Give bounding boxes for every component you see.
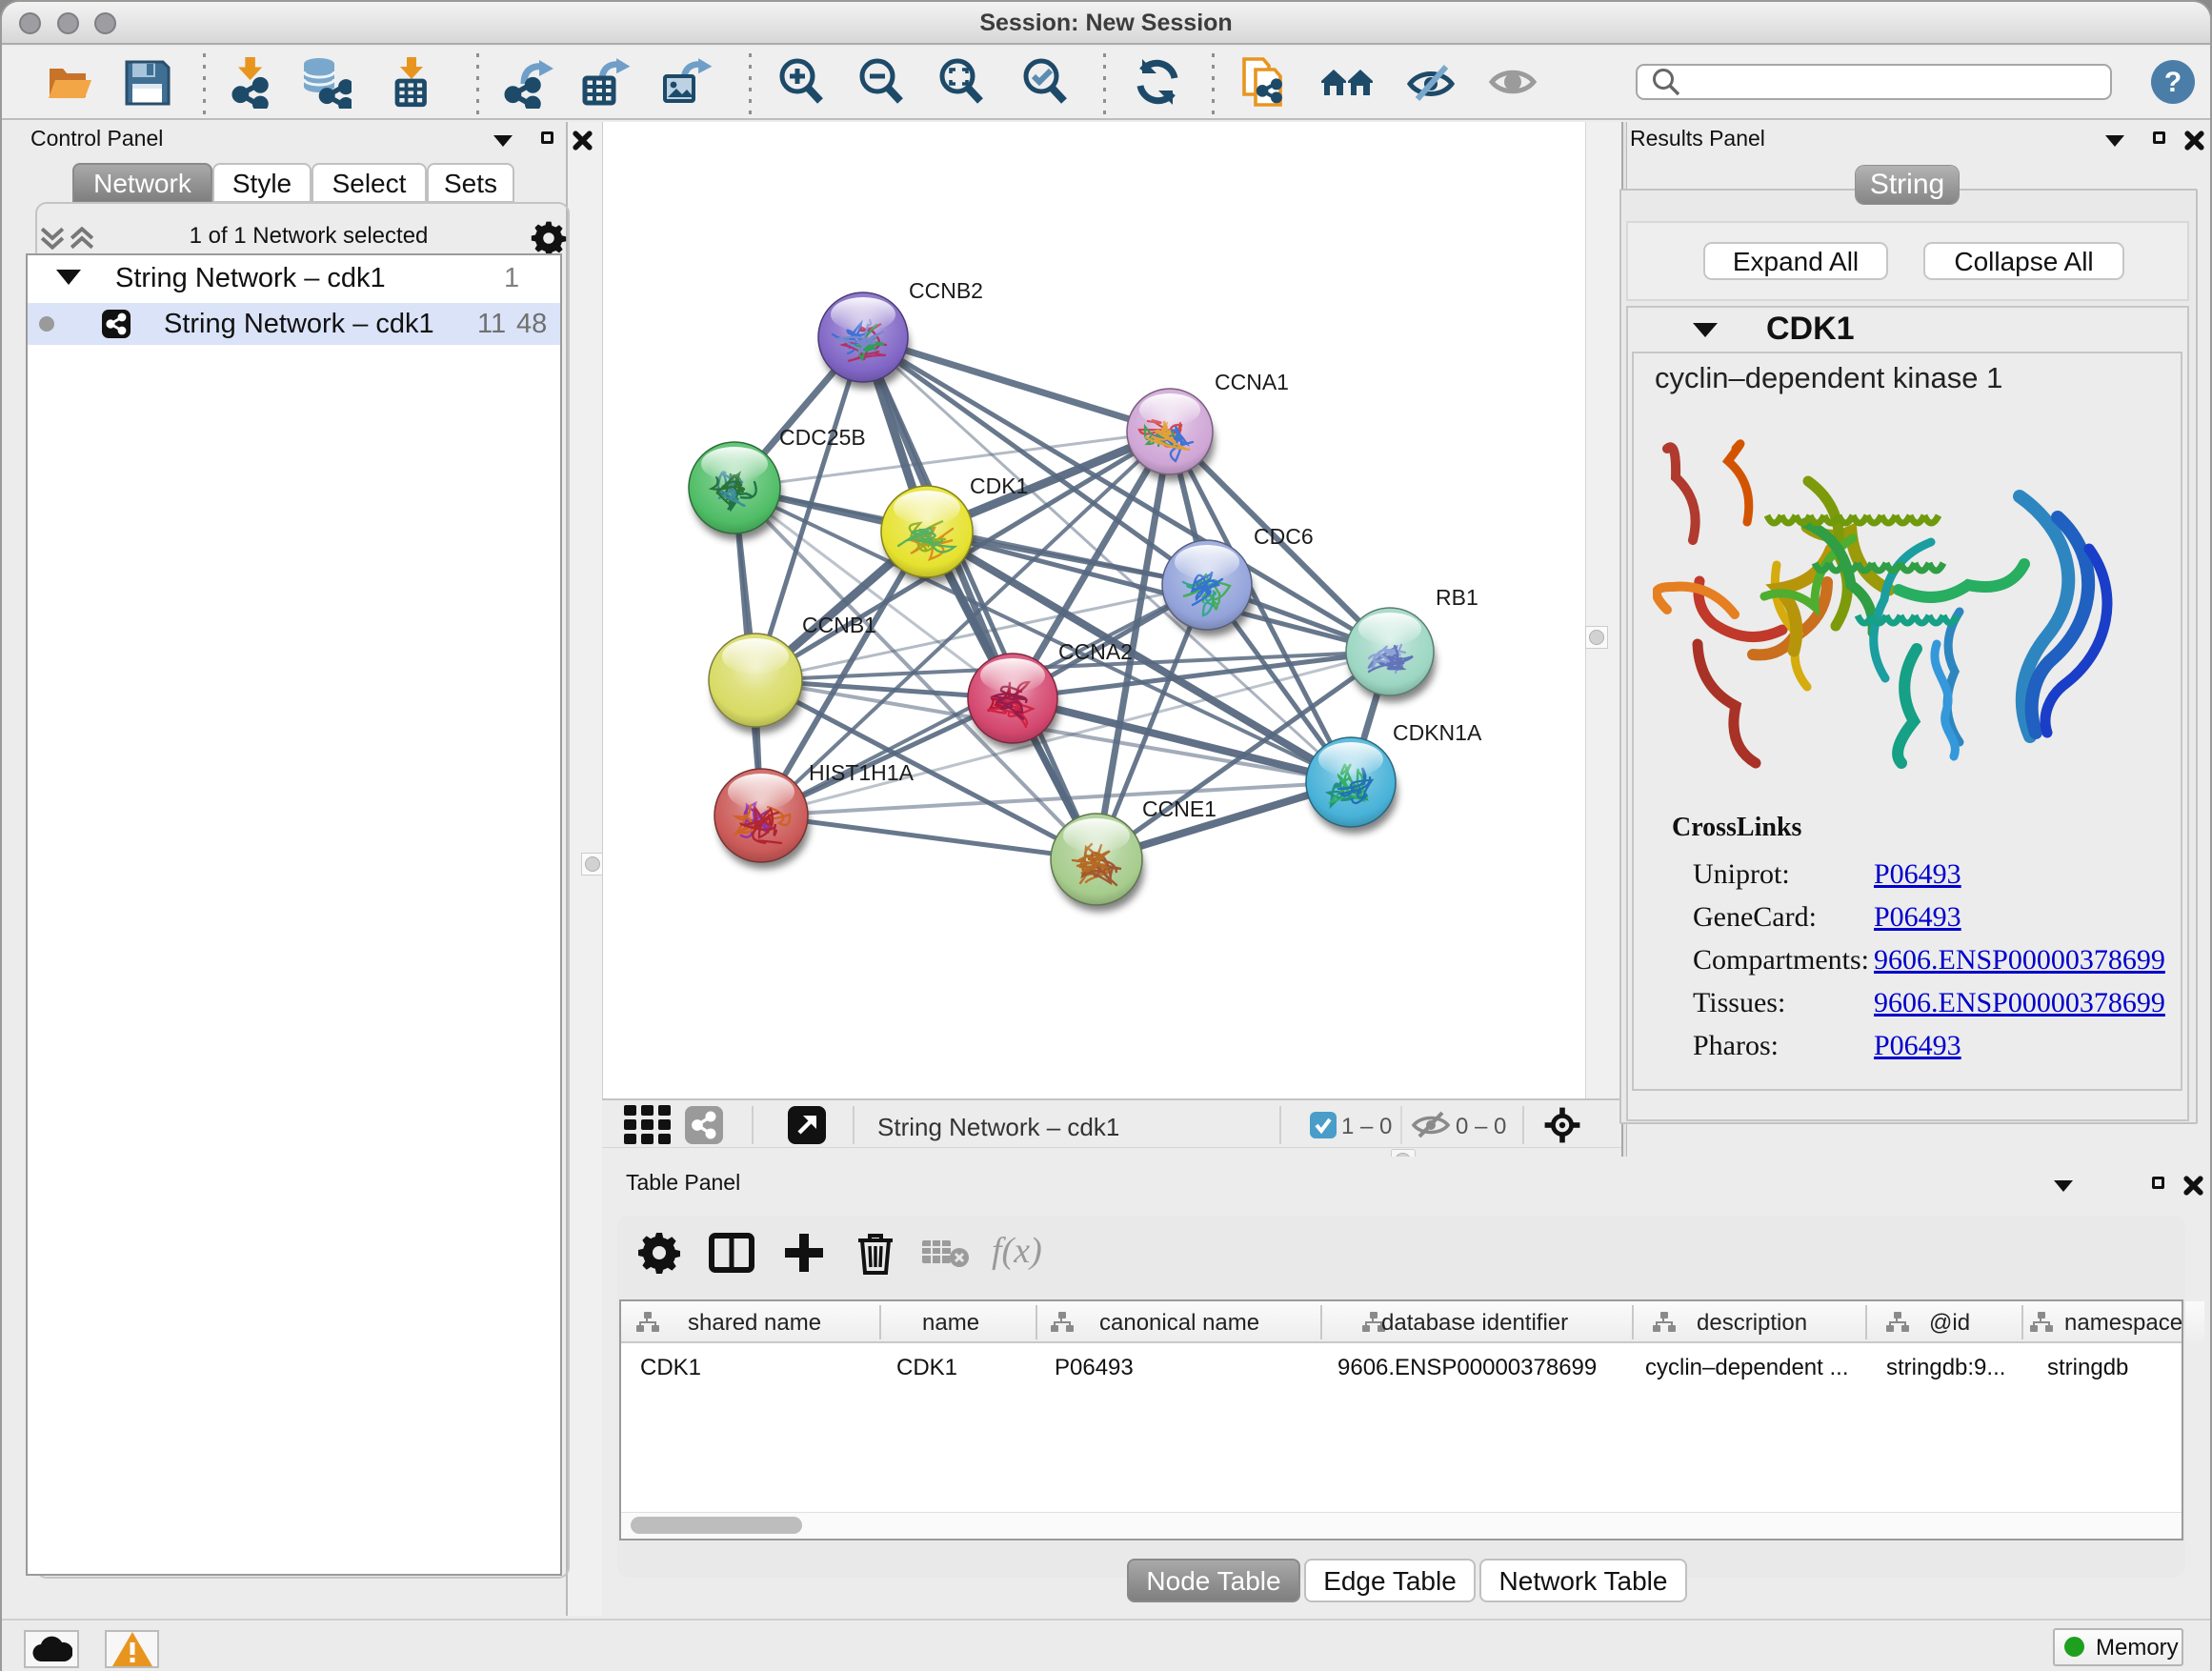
svg-text:f(x): f(x) [992,1231,1042,1271]
svg-text:CCNE1: CCNE1 [1142,796,1217,821]
svg-text:CCNA1: CCNA1 [1215,370,1289,394]
svg-text:CDK1: CDK1 [970,473,1028,498]
svg-text:CCNB1: CCNB1 [802,613,876,637]
svg-text:CDC6: CDC6 [1254,524,1314,549]
svg-text:CCNA2: CCNA2 [1058,639,1133,664]
svg-text:HIST1H1A: HIST1H1A [809,760,915,785]
svg-text:CCNB2: CCNB2 [909,278,983,303]
svg-text:CDC25B: CDC25B [779,425,866,450]
svg-text:CDKN1A: CDKN1A [1393,720,1482,745]
svg-text:?: ? [2164,67,2182,98]
svg-text:RB1: RB1 [1436,585,1478,610]
